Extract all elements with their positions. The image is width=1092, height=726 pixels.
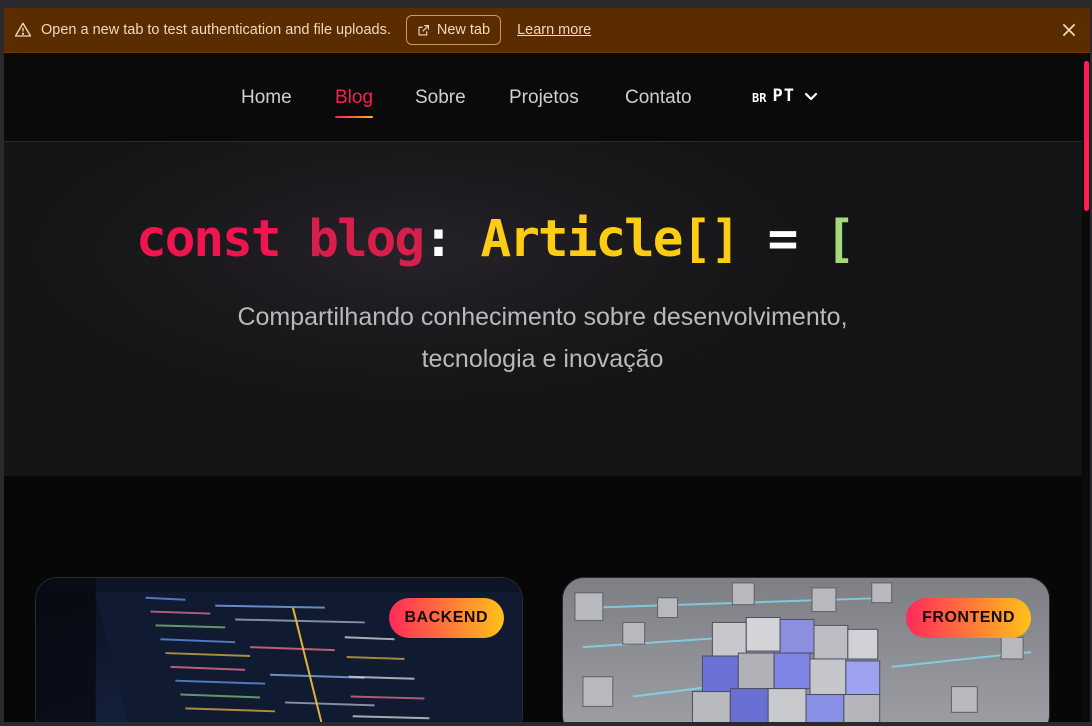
category-badge: FRONTEND	[906, 598, 1031, 638]
category-badge: BACKEND	[388, 598, 504, 638]
hero-subtitle: Compartilhando conhecimento sobre desenv…	[4, 296, 1081, 380]
nav-item-sobre[interactable]: Sobre	[415, 87, 466, 109]
external-link-icon	[418, 24, 429, 36]
nav-item-blog[interactable]: Blog	[335, 87, 374, 118]
hero-subtitle-line1: Compartilhando conhecimento sobre desenv…	[237, 303, 848, 331]
nav-item-contato[interactable]: Contato	[625, 87, 692, 109]
articles-section: BACKEND FRONTEND	[4, 476, 1090, 722]
code-type: Article[]	[480, 210, 741, 269]
hero-code-title: const blog: Article[] = [	[136, 210, 856, 269]
warning-icon	[14, 22, 32, 37]
article-card[interactable]: FRONTEND	[562, 577, 1050, 722]
new-tab-label: New tab	[436, 22, 491, 38]
flag-icon: BR	[752, 91, 767, 105]
hero-subtitle-line2: tecnologia e inovação	[421, 345, 664, 373]
code-identifier: blog	[308, 210, 425, 269]
code-keyword: const	[136, 210, 282, 269]
hero-section: const blog: Article[] = [ Compartilhando…	[4, 142, 1090, 476]
banner-message: Open a new tab to test authentication an…	[41, 22, 391, 38]
browser-viewport: Open a new tab to test authentication an…	[4, 8, 1090, 722]
article-card[interactable]: BACKEND	[35, 577, 523, 722]
learn-more-link[interactable]: Learn more	[517, 22, 591, 38]
close-icon[interactable]	[1060, 21, 1078, 39]
code-colon: :	[423, 210, 454, 269]
code-bracket: [	[825, 210, 856, 269]
language-selector[interactable]: BR PT	[752, 86, 819, 106]
nav-item-projetos[interactable]: Projetos	[509, 87, 579, 109]
code-equals: =	[767, 210, 799, 269]
chevron-down-icon	[804, 92, 818, 101]
new-tab-button[interactable]: New tab	[405, 15, 502, 45]
language-code: PT	[772, 86, 795, 106]
warning-banner: Open a new tab to test authentication an…	[4, 8, 1090, 53]
nav-item-home[interactable]: Home	[241, 87, 292, 109]
site-navbar: Home Blog Sobre Projetos Contato BR PT	[4, 53, 1090, 142]
scrollbar-thumb[interactable]	[1084, 61, 1089, 211]
